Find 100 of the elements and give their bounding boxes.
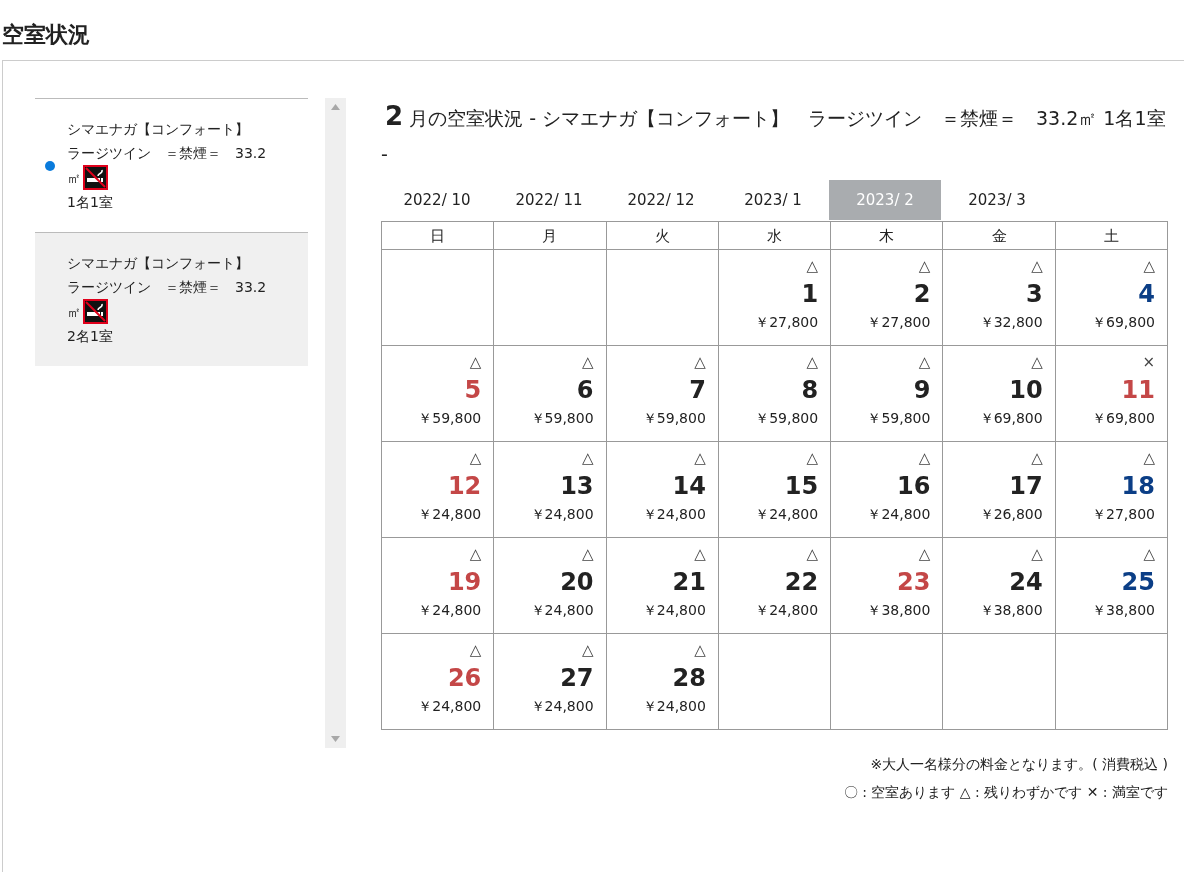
scroll-up-icon[interactable] [331, 104, 341, 111]
month-tab[interactable]: 2023/ 3 [941, 180, 1053, 221]
note-text: 〇 : 空室あります △ : 残りわずかです ✕ : 満室です [843, 783, 1168, 803]
calendar-day[interactable]: △ 2 ￥27,800 [830, 249, 943, 346]
day-price: ￥24,800 [529, 505, 594, 525]
calendar-day[interactable]: △ 19 ￥24,800 [381, 537, 494, 634]
availability-mark: △ [1030, 448, 1043, 470]
availability-mark: △ [805, 544, 819, 566]
day-number: 4 [1137, 279, 1155, 311]
scrollbar[interactable] [325, 98, 346, 749]
day-price: ￥69,800 [1091, 313, 1155, 333]
calendar-day[interactable]: △ 7 ￥59,800 [606, 345, 719, 442]
day-price: ￥24,800 [529, 601, 594, 621]
calendar-day[interactable]: △ 20 ￥24,800 [493, 537, 607, 634]
calendar-day[interactable]: × 11 ￥69,800 [1055, 345, 1168, 442]
room-name: ラージツイン ＝禁煙＝ 33.2 [67, 278, 267, 298]
day-price: ￥59,800 [529, 409, 594, 429]
scroll-down-icon[interactable] [331, 736, 341, 743]
day-number: 13 [559, 471, 594, 503]
month-tab[interactable]: 2022/ 11 [493, 180, 605, 221]
calendar-day[interactable]: △ 27 ￥24,800 [493, 633, 607, 730]
availability-mark: △ [1030, 352, 1043, 374]
day-price: ￥38,800 [978, 601, 1043, 621]
calendar-day[interactable]: △ 16 ￥24,800 [830, 441, 943, 538]
availability-mark: △ [1030, 544, 1043, 566]
day-number: 1 [800, 279, 819, 311]
day-number: 11 [1120, 375, 1155, 407]
calendar-day[interactable]: △ 14 ￥24,800 [606, 441, 719, 538]
day-price: ￥32,800 [978, 313, 1043, 333]
day-number: 20 [559, 567, 594, 599]
calendar-day[interactable]: △ 24 ￥38,800 [942, 537, 1056, 634]
availability-mark: △ [693, 640, 706, 662]
availability-mark: △ [1142, 448, 1155, 470]
day-number: 12 [446, 471, 482, 503]
calendar-day[interactable]: △ 28 ￥24,800 [606, 633, 719, 730]
room-occupancy: 2名1室 [67, 327, 114, 347]
calendar-day[interactable]: △ 4 ￥69,800 [1055, 249, 1168, 346]
availability-mark: △ [805, 256, 819, 278]
day-number: 8 [800, 375, 819, 407]
calendar-day[interactable]: △ 22 ￥24,800 [718, 537, 831, 634]
calendar-day[interactable]: △ 13 ￥24,800 [493, 441, 607, 538]
calendar-day[interactable]: △ 25 ￥38,800 [1055, 537, 1168, 634]
availability-mark: △ [468, 640, 482, 662]
day-number: 22 [783, 567, 819, 599]
calendar-day[interactable]: △ 5 ￥59,800 [381, 345, 494, 442]
room-item[interactable]: シマエナガ【コンフォート】 ラージツイン ＝禁煙＝ 33.2 ㎡ 2名1室 [35, 233, 309, 367]
calendar-day[interactable]: △ 12 ￥24,800 [381, 441, 494, 538]
calendar-day[interactable]: △ 3 ￥32,800 [942, 249, 1056, 346]
day-number: 6 [575, 375, 594, 407]
availability-mark: △ [693, 544, 706, 566]
weekday-header: 金 [942, 221, 1056, 250]
day-number: 27 [559, 663, 594, 695]
availability-mark: △ [693, 352, 706, 374]
day-number: 3 [1025, 279, 1043, 311]
day-price: ￥24,800 [417, 697, 482, 717]
day-number: 23 [896, 567, 931, 599]
availability-mark: △ [1142, 256, 1155, 278]
day-number: 9 [912, 375, 931, 407]
day-number: 24 [1008, 567, 1043, 599]
calendar-day[interactable]: △ 18 ￥27,800 [1055, 441, 1168, 538]
day-number: 17 [1008, 471, 1043, 503]
selected-dot [45, 161, 55, 172]
availability-mark: △ [1142, 544, 1155, 566]
calendar-day[interactable]: △ 10 ￥69,800 [942, 345, 1056, 442]
day-price: ￥59,800 [754, 409, 819, 429]
day-number: 28 [671, 663, 706, 695]
calendar-day[interactable]: △ 23 ￥38,800 [830, 537, 943, 634]
calendar-day[interactable]: △ 26 ￥24,800 [381, 633, 494, 730]
availability-mark: △ [581, 640, 594, 662]
calendar-day[interactable]: △ 1 ￥27,800 [718, 249, 831, 346]
day-number: 19 [446, 567, 482, 599]
day-price: ￥24,800 [641, 601, 706, 621]
calendar-day[interactable]: △ 9 ￥59,800 [830, 345, 943, 442]
room-name: シマエナガ【コンフォート】 [67, 120, 249, 140]
calendar-day[interactable]: △ 6 ￥59,800 [493, 345, 607, 442]
weekday-header: 土 [1055, 221, 1168, 250]
day-price: ￥24,800 [754, 601, 819, 621]
room-occupancy: 1名1室 [67, 193, 114, 213]
month-tab[interactable]: 2022/ 10 [381, 180, 493, 221]
availability-mark: × [1141, 352, 1155, 374]
day-price: ￥27,800 [866, 313, 931, 333]
room-name: ラージツイン ＝禁煙＝ 33.2 [67, 144, 267, 164]
month-tab[interactable]: 2022/ 12 [605, 180, 717, 221]
room-name: ㎡ [67, 302, 81, 322]
room-name: シマエナガ【コンフォート】 [67, 254, 249, 274]
day-price: ￥59,800 [866, 409, 931, 429]
day-price: ￥24,800 [866, 505, 931, 525]
day-number: 15 [783, 471, 819, 503]
day-number: 5 [463, 375, 482, 407]
day-number: 10 [1008, 375, 1043, 407]
availability-mark: △ [581, 448, 594, 470]
day-price: ￥24,800 [641, 697, 706, 717]
calendar-day[interactable]: △ 15 ￥24,800 [718, 441, 831, 538]
availability-mark: △ [468, 448, 482, 470]
calendar-day[interactable]: △ 8 ￥59,800 [718, 345, 831, 442]
month-tab[interactable]: 2023/ 1 [717, 180, 829, 221]
weekday-header: 月 [493, 221, 607, 250]
day-price: ￥24,800 [754, 505, 819, 525]
calendar-day[interactable]: △ 21 ￥24,800 [606, 537, 719, 634]
calendar-day[interactable]: △ 17 ￥26,800 [942, 441, 1056, 538]
